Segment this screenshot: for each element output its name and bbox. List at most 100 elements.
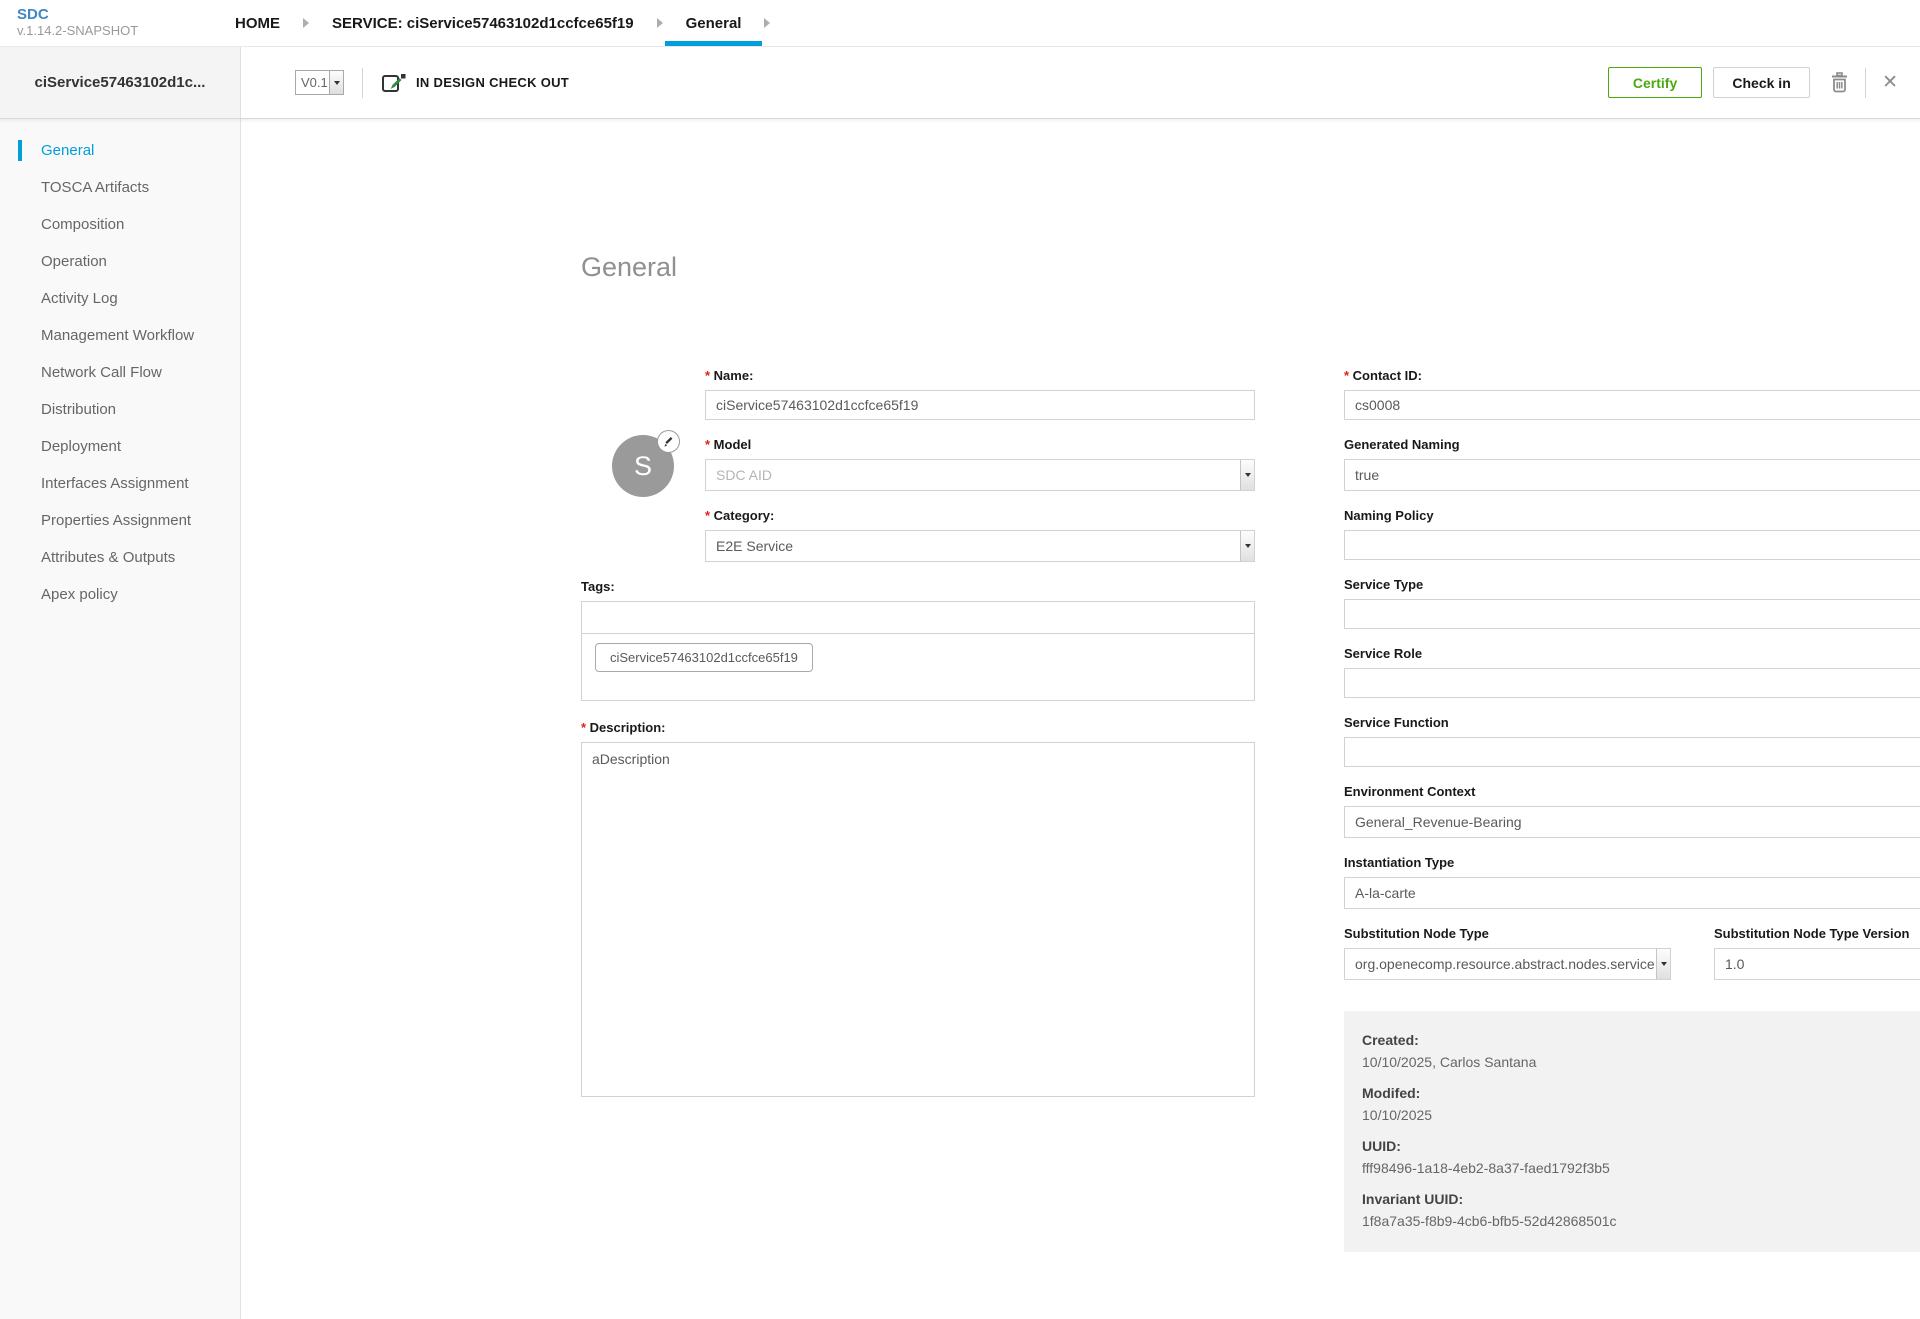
generated-naming-select-value: true [1355,467,1380,483]
generated-naming-label: Generated Naming [1344,437,1460,452]
name-label: Name: [705,368,1255,383]
modified-value: 10/10/2025 [1362,1107,1433,1123]
service-type-label: Service Type [1344,577,1424,592]
breadcrumb-home[interactable]: HOME [214,0,301,46]
chevron-down-icon [1240,460,1254,490]
environment-context-select-value: General_Revenue-Bearing [1355,814,1522,830]
breadcrumb: HOME SERVICE: ciService57463102d1ccfce65… [214,0,772,46]
breadcrumb-separator-icon [656,18,663,28]
category-label: Category: [705,508,1255,523]
contact-id-label: Contact ID: [1344,368,1920,383]
naming-policy-label: Naming Policy [1344,508,1434,523]
sidebar: General TOSCA Artifacts Composition Oper… [0,119,241,1319]
edit-avatar-button[interactable] [657,430,680,453]
close-icon: ✕ [1882,72,1898,93]
sidebar-item-general[interactable]: General [0,132,240,169]
version-select-value: V0.1 [301,75,328,90]
page-title: General [581,252,678,282]
check-in-button[interactable]: Check in [1713,67,1811,98]
sidebar-item-management-workflow[interactable]: Management Workflow [0,317,240,354]
uuid-label: UUID: [1362,1138,1401,1154]
sidebar-item-network-call-flow[interactable]: Network Call Flow [0,354,240,391]
sidebar-item-apex-policy[interactable]: Apex policy [0,576,240,613]
contact-id-input[interactable] [1344,390,1920,420]
model-label: Model [705,437,1255,452]
instantiation-type-select-value: A-la-carte [1355,885,1416,901]
sidebar-item-activity-log[interactable]: Activity Log [0,280,240,317]
sidebar-item-distribution[interactable]: Distribution [0,391,240,428]
modified-label: Modifed: [1362,1085,1421,1101]
lifecycle-status: IN DESIGN CHECK OUT [381,71,569,95]
model-select-value: SDC AID [716,467,773,483]
substitution-node-type-label: Substitution Node Type [1344,926,1489,941]
breadcrumb-separator-icon [764,18,771,28]
service-role-input[interactable] [1344,668,1920,698]
form-right-column: Contact ID: Generated Naming true Naming… [1344,368,1920,1252]
naming-policy-input[interactable] [1344,530,1920,560]
close-button[interactable]: ✕ [1882,73,1898,92]
chevron-down-icon [329,71,343,94]
environment-context-label: Environment Context [1344,784,1476,799]
substitution-node-type-version-select-value: 1.0 [1725,956,1745,972]
lifecycle-status-label: IN DESIGN CHECK OUT [416,75,570,90]
invariant-uuid-value: 1f8a7a35-f8b9-4cb6-bfb5-52d42868501c [1362,1213,1617,1229]
form-left-column: S Name: Model SDC AID [581,368,1255,1119]
tags-chip-list: ciService57463102d1ccfce65f19 [582,634,1254,700]
delete-button[interactable] [1830,72,1849,93]
version-select[interactable]: V0.1 [295,70,344,95]
toolbar-divider [1865,67,1867,98]
breadcrumb-separator-icon [303,18,309,28]
service-type-input[interactable] [1344,599,1920,629]
description-label: Description: [581,720,1255,735]
name-input[interactable] [705,390,1255,420]
tags-label: Tags: [581,579,615,594]
substitution-node-type-version-select[interactable]: 1.0 [1714,948,1920,980]
instantiation-type-label: Instantiation Type [1344,855,1455,870]
tags-box: ciService57463102d1ccfce65f19 [581,601,1255,701]
instantiation-type-select[interactable]: A-la-carte [1344,877,1920,909]
chevron-down-icon [1656,949,1670,979]
model-select[interactable]: SDC AID [705,459,1255,491]
app-logo[interactable]: SDC v.1.14.2-SNAPSHOT [0,0,214,46]
service-function-input[interactable] [1344,737,1920,767]
generated-naming-select[interactable]: true [1344,459,1920,491]
app-logo-title: SDC [17,6,49,23]
sidebar-item-tosca-artifacts[interactable]: TOSCA Artifacts [0,169,240,206]
workspace-toolbar: ciService57463102d1c... V0.1 IN DESIGN C… [0,47,1920,119]
avatar: S [612,430,680,497]
sidebar-item-attributes-outputs[interactable]: Attributes & Outputs [0,539,240,576]
substitution-node-type-select-value: org.openecomp.resource.abstract.nodes.se… [1355,956,1655,972]
substitution-node-type-select[interactable]: org.openecomp.resource.abstract.nodes.se… [1344,948,1671,980]
main-content: General Save S [241,119,1920,1319]
toolbar-divider [362,67,363,98]
sidebar-item-composition[interactable]: Composition [0,206,240,243]
checkout-icon [382,73,406,92]
breadcrumb-general[interactable]: General [664,0,763,46]
sidebar-item-deployment[interactable]: Deployment [0,428,240,465]
sidebar-item-operation[interactable]: Operation [0,243,240,280]
pencil-icon [663,436,672,447]
certify-button[interactable]: Certify [1608,67,1703,98]
tag-chip[interactable]: ciService57463102d1ccfce65f19 [595,643,813,672]
uuid-value: fff98496-1a18-4eb2-8a37-faed1792f3b5 [1362,1160,1610,1176]
app-version: v.1.14.2-SNAPSHOT [17,23,139,38]
top-header: SDC v.1.14.2-SNAPSHOT HOME SERVICE: ciSe… [0,0,1920,47]
environment-context-select[interactable]: General_Revenue-Bearing [1344,806,1920,838]
service-function-label: Service Function [1344,715,1449,730]
created-label: Created: [1362,1032,1419,1048]
avatar-letter: S [633,450,652,481]
service-role-label: Service Role [1344,646,1423,661]
entity-title: ciService57463102d1c... [0,47,241,118]
breadcrumb-service[interactable]: SERVICE: ciService57463102d1ccfce65f19 [311,0,655,46]
sidebar-item-interfaces-assignment[interactable]: Interfaces Assignment [0,465,240,502]
substitution-node-type-version-label: Substitution Node Type Version [1714,926,1910,941]
category-select[interactable]: E2E Service [705,530,1255,562]
invariant-uuid-label: Invariant UUID: [1362,1191,1464,1207]
trash-icon [1832,72,1848,93]
category-select-value: E2E Service [716,538,794,554]
description-textarea[interactable]: aDescription [581,742,1255,1097]
chevron-down-icon [1240,531,1254,561]
created-value: 10/10/2025, Carlos Santana [1362,1054,1537,1070]
tags-input[interactable] [582,602,1254,634]
sidebar-item-properties-assignment[interactable]: Properties Assignment [0,502,240,539]
